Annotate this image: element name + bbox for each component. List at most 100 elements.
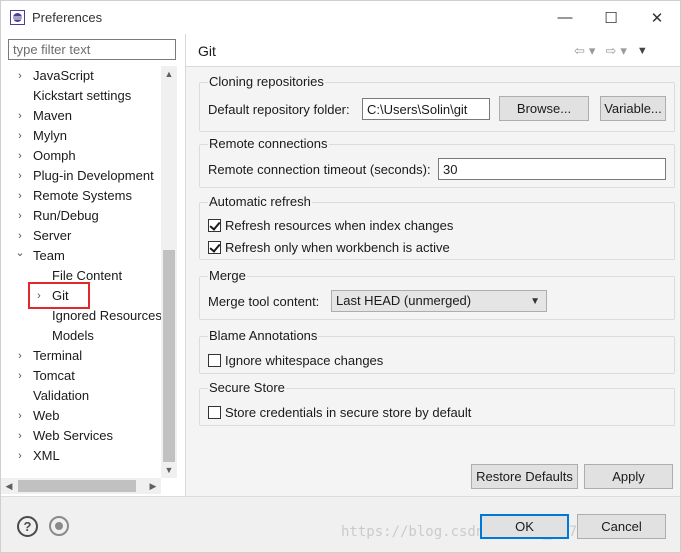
collapsed-chevron-icon[interactable]: › <box>15 186 25 206</box>
collapsed-chevron-icon[interactable]: › <box>15 106 25 126</box>
refresh-workbench-active-label: Refresh only when workbench is active <box>225 239 450 255</box>
page-navigation: ⇦ ▾ ⇨ ▾ ▼ <box>574 42 648 60</box>
ok-button[interactable]: OK <box>480 514 569 539</box>
tree-item[interactable]: ⌄ Team <box>15 243 64 266</box>
tree-item[interactable]: › Web Services <box>15 426 113 446</box>
tree-item[interactable]: › XML <box>15 446 60 466</box>
tree-item-label: Plug-in Development <box>33 168 154 183</box>
tree-item-label: Web <box>33 408 60 423</box>
store-credentials-option[interactable]: Store credentials in secure store by def… <box>208 403 471 421</box>
forward-history-dropdown-icon[interactable]: ▾ <box>620 43 627 59</box>
minimize-button[interactable]: — <box>542 1 588 34</box>
forward-arrow-icon[interactable]: ⇨ <box>605 43 616 59</box>
scroll-up-icon[interactable]: ▲ <box>161 66 177 82</box>
group-title: Merge <box>208 268 247 284</box>
tree-item[interactable]: › Plug-in Development <box>15 166 154 186</box>
dialog-button-bar: ? https://blog.csdn.net/qq_32786873 OK C… <box>1 496 680 552</box>
tree-item[interactable]: › Run/Debug <box>15 206 99 226</box>
store-credentials-checkbox[interactable] <box>208 405 221 419</box>
eclipse-app-icon <box>10 10 25 25</box>
ignore-whitespace-checkbox[interactable] <box>208 353 221 367</box>
refresh-workbench-active-option[interactable]: Refresh only when workbench is active <box>208 238 450 256</box>
tree-item-label: Ignored Resources <box>52 308 161 323</box>
merge-group: Merge Merge tool content: Last HEAD (unm… <box>199 268 675 320</box>
tree-vertical-scrollbar[interactable]: ▲ ▼ <box>161 66 177 478</box>
tree-item-label: File Content <box>52 268 123 283</box>
tree-item-label: Maven <box>33 108 73 123</box>
filter-input[interactable] <box>8 39 176 60</box>
tree-item[interactable]: Ignored Resources <box>34 306 161 326</box>
refresh-workbench-active-checkbox[interactable] <box>208 240 221 254</box>
collapsed-chevron-icon[interactable]: › <box>15 126 25 146</box>
restore-defaults-button[interactable]: Restore Defaults <box>471 464 578 489</box>
collapsed-chevron-icon[interactable]: › <box>15 446 25 466</box>
scroll-right-icon[interactable]: ▶ <box>145 478 161 494</box>
tree-item[interactable]: › Remote Systems <box>15 186 132 206</box>
collapsed-chevron-icon[interactable]: › <box>15 426 25 446</box>
preference-tree-panel: › JavaScript Kickstart settings › Maven › Myly… <box>1 34 182 496</box>
tree-item[interactable]: › Mylyn <box>15 126 67 146</box>
help-icon[interactable]: ? <box>17 516 38 537</box>
merge-tool-content-label: Merge tool content: <box>208 294 320 309</box>
expanded-chevron-icon[interactable]: ⌄ <box>15 243 25 263</box>
collapsed-chevron-icon[interactable]: › <box>15 166 25 186</box>
tree-item[interactable]: › JavaScript <box>15 66 94 86</box>
cloning-repositories-group: Cloning repositories Default repository … <box>199 74 675 132</box>
tree-item[interactable]: › Web <box>15 406 59 426</box>
scroll-down-icon[interactable]: ▼ <box>161 462 177 478</box>
automatic-refresh-group: Automatic refresh Refresh resources when… <box>199 194 675 260</box>
maximize-icon: ☐ <box>604 9 618 27</box>
cancel-button[interactable]: Cancel <box>577 514 666 539</box>
tree-item-label: Web Services <box>33 428 113 443</box>
close-icon: ✕ <box>650 9 664 27</box>
view-menu-icon[interactable]: ▼ <box>637 45 648 57</box>
tree-item[interactable]: › Oomph <box>15 146 75 166</box>
tree-item-label: Terminal <box>33 348 83 363</box>
tree-item-label: Team <box>33 248 65 263</box>
tree-item-label: Models <box>52 328 94 343</box>
tree-item-label: Mylyn <box>33 128 67 143</box>
preference-page: Git ⇦ ▾ ⇨ ▾ ▼ Cloning repositories Defau… <box>186 34 680 496</box>
ignore-whitespace-option[interactable]: Ignore whitespace changes <box>208 351 383 369</box>
variable-button[interactable]: Variable... <box>600 96 666 121</box>
tree-item[interactable]: Validation <box>15 386 89 406</box>
tree-item[interactable]: Models <box>34 326 94 346</box>
tree-item[interactable]: › Maven <box>15 106 72 126</box>
connection-timeout-input[interactable] <box>438 158 666 180</box>
collapsed-chevron-icon[interactable]: › <box>15 146 25 166</box>
group-title: Cloning repositories <box>208 74 325 90</box>
tree-horizontal-scrollbar[interactable]: ◀ ▶ <box>1 478 161 494</box>
git-highlight-box <box>28 282 90 309</box>
collapsed-chevron-icon[interactable]: › <box>15 206 25 226</box>
maximize-button[interactable]: ☐ <box>588 1 634 34</box>
merge-tool-content-select[interactable]: Last HEAD (unmerged) ▼ <box>331 290 547 312</box>
collapsed-chevron-icon[interactable]: › <box>15 406 25 426</box>
collapsed-chevron-icon[interactable]: › <box>15 366 25 386</box>
close-button[interactable]: ✕ <box>634 1 680 34</box>
vertical-scroll-thumb[interactable] <box>163 250 175 462</box>
store-credentials-label: Store credentials in secure store by def… <box>225 404 472 420</box>
tree-item-label: Validation <box>33 388 90 403</box>
apply-button[interactable]: Apply <box>584 464 673 489</box>
connection-timeout-label: Remote connection timeout (seconds): <box>208 162 431 177</box>
horizontal-scroll-thumb[interactable] <box>18 480 136 492</box>
browse-button[interactable]: Browse... <box>499 96 589 121</box>
collapsed-chevron-icon[interactable]: › <box>15 66 25 86</box>
blame-annotations-group: Blame Annotations Ignore whitespace chan… <box>199 328 675 374</box>
tree-item-label: Kickstart settings <box>33 88 132 103</box>
refresh-on-index-change-checkbox[interactable] <box>208 218 221 232</box>
scroll-left-icon[interactable]: ◀ <box>1 478 17 494</box>
tree-item[interactable]: › Tomcat <box>15 366 75 386</box>
collapsed-chevron-icon[interactable]: › <box>15 346 25 366</box>
tree-item-label: Remote Systems <box>33 188 132 203</box>
import-export-icon[interactable] <box>49 516 69 536</box>
tree-item[interactable]: › Terminal <box>15 346 82 366</box>
repository-folder-input[interactable] <box>362 98 490 120</box>
preferences-window: Preferences — ☐ ✕ › JavaScript Kickstart s… <box>0 0 681 553</box>
refresh-on-index-change-option[interactable]: Refresh resources when index changes <box>208 216 453 234</box>
back-arrow-icon[interactable]: ⇦ <box>574 43 585 59</box>
ignore-whitespace-label: Ignore whitespace changes <box>225 352 384 368</box>
back-history-dropdown-icon[interactable]: ▾ <box>589 43 596 59</box>
tree-item[interactable]: Kickstart settings <box>15 86 131 106</box>
group-title: Automatic refresh <box>208 194 312 210</box>
